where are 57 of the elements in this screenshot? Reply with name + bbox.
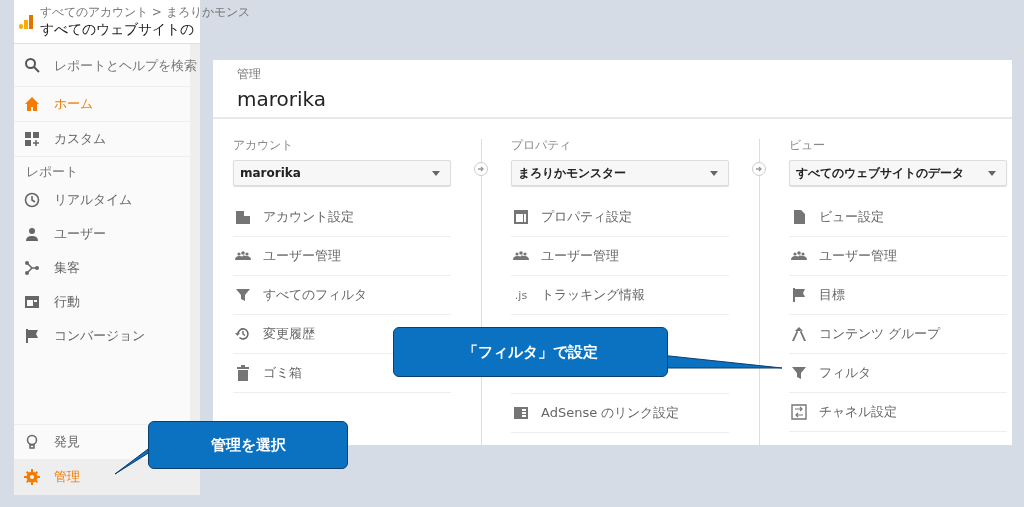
menu-item[interactable]: プロパティ設定 (511, 198, 729, 237)
sidebar-item[interactable]: カスタム (14, 122, 190, 157)
dropdown[interactable]: marorika (233, 160, 451, 186)
menu-item[interactable]: .js トラッキング情報 (511, 276, 729, 315)
menu-item[interactable]: アカウント設定 (233, 198, 451, 237)
menu-item[interactable]: ユーザー管理 (789, 237, 1007, 276)
flag-icon (791, 287, 807, 303)
sidebar-item[interactable]: 行動 (14, 285, 190, 319)
section-heading: レポート (25, 163, 79, 181)
menu-item[interactable]: チャネル設定 (789, 393, 1007, 432)
trash-icon (235, 365, 251, 381)
page-caption: 管理 (237, 66, 262, 83)
menu-item[interactable]: 目標 (789, 276, 1007, 315)
js-icon: .js (513, 288, 529, 302)
menu-item[interactable]: AdSense のリンク設定 (511, 394, 729, 433)
sidebar-item[interactable]: リアルタイム (14, 183, 190, 217)
annotation-tooltip: 「フィルタ」で設定 (393, 327, 668, 377)
menu-item[interactable]: ユーザー管理 (511, 237, 729, 276)
view-title: すべてのウェブサイトの (40, 21, 195, 39)
channel-icon (791, 404, 807, 420)
dropdown[interactable]: まろりかモンスター (511, 160, 729, 186)
funnel-icon (235, 287, 251, 303)
building-icon (235, 209, 251, 225)
search-icon (24, 57, 40, 73)
column-heading: ビュー (789, 137, 826, 154)
sidebar-item[interactable]: ユーザー (14, 217, 190, 251)
layout-icon (513, 209, 529, 225)
sidebar-item[interactable]: 集客 (14, 251, 190, 285)
column-heading: プロパティ (511, 137, 572, 154)
arrow-circle-icon (751, 161, 767, 177)
split-arrow-icon (791, 326, 807, 342)
person-icon (24, 226, 40, 242)
bulb-icon (24, 434, 40, 450)
analytics-logo-icon (18, 13, 34, 30)
document-icon (791, 209, 807, 225)
branch-icon (24, 260, 40, 276)
search-field[interactable]: レポートとヘルプを検索 (54, 57, 204, 73)
home-icon (24, 96, 40, 112)
columns-icon (513, 405, 529, 421)
menu-item[interactable]: ユーザー管理 (233, 237, 451, 276)
menu-item[interactable]: フィルタ (789, 354, 1007, 393)
funnel-icon (791, 365, 807, 381)
menu-item[interactable]: ビュー設定 (789, 198, 1007, 237)
menu-item[interactable]: コンテンツ グループ (789, 315, 1007, 354)
grid-plus-icon (24, 131, 40, 147)
menu-item[interactable]: すべてのフィルタ (233, 276, 451, 315)
dropdown[interactable]: すべてのウェブサイトのデータ (789, 160, 1007, 186)
flag-icon (24, 328, 40, 344)
breadcrumb[interactable]: すべてのアカウント > まろりかモンス (40, 4, 250, 21)
clock-icon (24, 192, 40, 208)
history-icon (235, 326, 251, 342)
gear-icon (24, 469, 40, 485)
arrow-circle-icon (473, 161, 489, 177)
sidebar-item[interactable]: コンバージョン (14, 319, 190, 353)
column-heading: アカウント (233, 137, 294, 154)
account-title: marorika (237, 87, 328, 111)
window-icon (24, 294, 40, 310)
